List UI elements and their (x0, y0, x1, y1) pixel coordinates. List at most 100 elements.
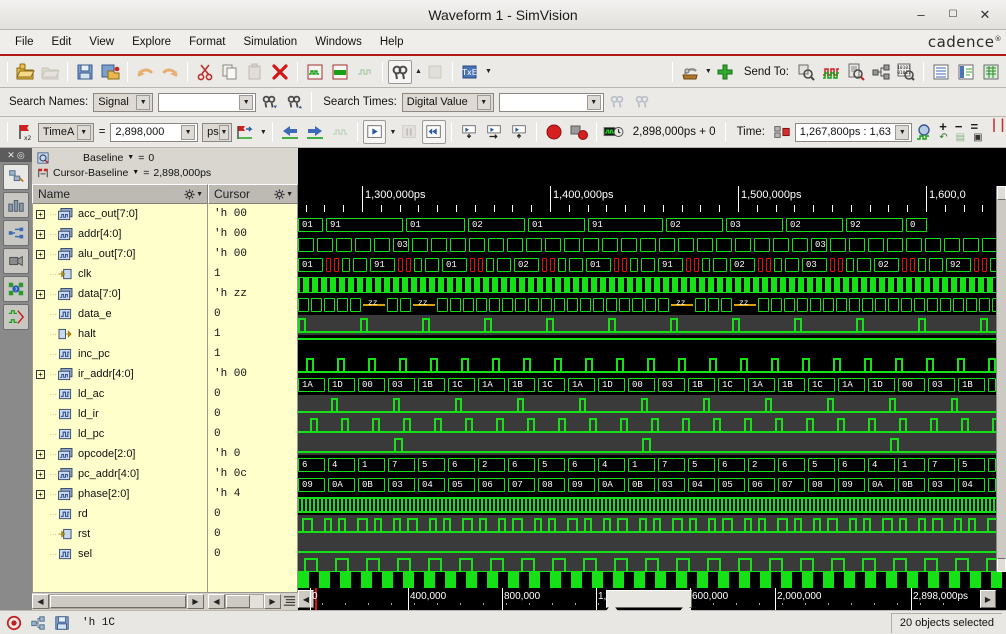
waveform-row-phase[interactable] (298, 495, 1006, 515)
signal-cursor-value-list[interactable]: 'h 00 'h 00 'h 00 1 'h zz 0 1 1 'h 00 0 0 0 'h 0 'h 0… (208, 204, 298, 593)
names-scroll-thumb[interactable] (50, 595, 186, 608)
search-next-icon[interactable] (630, 90, 654, 114)
search-names-input[interactable]: ▼ (158, 92, 257, 112)
time-range-input[interactable]: 1,267,800ps : 1,63 ▼ (794, 122, 913, 142)
zoom-area-icon[interactable] (36, 151, 49, 164)
signal-row-pc-addr-4-0-[interactable]: + ··· pc_addr[4:0] (33, 464, 207, 484)
expand-text-icon[interactable]: TxE (458, 60, 482, 84)
signal-row-ld-ir[interactable]: ··· ld_ir (33, 404, 207, 424)
chevron-down-icon[interactable]: ▼ (127, 154, 134, 161)
cursor-scroll-left-button[interactable]: ◀ (208, 594, 225, 609)
waveform-icon[interactable] (819, 60, 843, 84)
signal-row-rst[interactable]: ··· rst (33, 524, 207, 544)
goto-marker-icon[interactable] (233, 120, 257, 144)
signal-flow-tool[interactable] (3, 220, 29, 246)
details-view-icon[interactable] (954, 60, 978, 84)
paste-icon[interactable] (243, 60, 267, 84)
pause-icon[interactable] (397, 120, 421, 144)
goto-marker-dropdown-icon[interactable]: ▼ (260, 129, 267, 136)
time-slider[interactable]: ◀ ▶ 0 400,000 800,000 1,2 600,000 2,000,000 2,89… (298, 588, 1006, 611)
signal-row-clk[interactable]: ··· clk (33, 264, 207, 284)
names-scroll-left-button[interactable]: ◀ (32, 594, 49, 609)
undo-icon[interactable] (133, 60, 157, 84)
zoom-icon[interactable] (913, 120, 937, 144)
waveform-row-data[interactable]: zz zz zz zz (298, 295, 1006, 315)
names-scroll-right-button[interactable]: ▶ (187, 594, 204, 609)
expand-icon[interactable]: + (36, 489, 45, 499)
menu-windows[interactable]: Windows (306, 33, 371, 51)
cursor-time-input[interactable]: 2,898,000 ▼ (110, 122, 199, 142)
signal-row-opcode-2-0-[interactable]: + ··· opcode[2:0] (33, 444, 207, 464)
restart-icon[interactable] (422, 120, 447, 144)
chevron-down-icon[interactable]: ▼ (219, 124, 229, 140)
run-icon[interactable] (362, 120, 387, 144)
minimize-icon[interactable]: – (914, 8, 928, 22)
search-names-scope-select[interactable]: Signal ▼ (93, 92, 154, 112)
stop-icon[interactable] (542, 120, 566, 144)
copy-icon[interactable] (218, 60, 242, 84)
ungroup-icon[interactable] (353, 60, 377, 84)
expand-icon[interactable]: + (36, 369, 45, 379)
signal-row-phase-2-0-[interactable]: + ··· phase[2:0] (33, 484, 207, 504)
maximize-icon[interactable]: ☐ (946, 8, 960, 22)
signal-row-sel[interactable]: ··· sel (33, 544, 207, 564)
cursor-scroll-right-button[interactable]: ▶ (264, 594, 281, 609)
waveform-row-ld_ac[interactable] (298, 395, 1006, 415)
break-icon[interactable] (567, 120, 591, 144)
expand-group-icon[interactable] (328, 60, 352, 84)
waveform-row-inc_pc[interactable] (298, 355, 1006, 375)
name-column-header[interactable]: Name ▼ (32, 184, 208, 204)
chevron-down-icon[interactable]: ▼ (136, 94, 151, 110)
step-over-icon[interactable] (482, 120, 506, 144)
waveform-row-ld_ir[interactable] (298, 415, 1006, 435)
timeline-scroll-right-button[interactable]: ▶ (980, 590, 996, 608)
search-prev-icon[interactable] (605, 90, 629, 114)
waveform-row-addr[interactable]: 03 03 (298, 235, 1006, 255)
menu-simulation[interactable]: Simulation (235, 33, 307, 51)
search-times-scope-select[interactable]: Digital Value ▼ (401, 92, 494, 112)
signal-row-acc-out-7-0-[interactable]: + ··· acc_out[7:0] (33, 204, 207, 224)
create-group-icon[interactable] (303, 60, 327, 84)
signal-row-data-e[interactable]: ··· data_e (33, 304, 207, 324)
chevron-down-icon[interactable]: ▼ (286, 191, 293, 198)
zoom-out-icon[interactable]: − (955, 120, 963, 133)
signal-name-list[interactable]: + ··· acc_out[7:0] + ··· addr[4:0] + ··· alu_out… (32, 204, 208, 593)
next-edge-icon[interactable] (303, 120, 327, 144)
expand-icon[interactable]: + (36, 209, 45, 219)
zoom-fit-icon[interactable]: = (970, 120, 978, 133)
chevron-down-icon[interactable]: ▼ (476, 94, 491, 110)
waveform-row-rd[interactable] (298, 515, 1006, 535)
list-view-icon[interactable] (929, 60, 953, 84)
expand-icon[interactable]: + (36, 469, 45, 479)
memory-view-icon[interactable] (979, 60, 1003, 84)
waveform-row-pc_addr[interactable]: 09 0A 0B 03 04 05 06 07 08 09 0A 0B 03 04 05 06 07 08 09 0A… (298, 475, 1006, 495)
cursor-units-select[interactable]: ps ▼ (202, 122, 232, 142)
edge-search-icon[interactable] (328, 120, 352, 144)
signal-row-addr-4-0-[interactable]: + ··· addr[4:0] (33, 224, 207, 244)
open-database-disabled-icon[interactable] (38, 60, 62, 84)
add-icon[interactable] (713, 60, 737, 84)
cursor-column-options[interactable]: ▼ (274, 188, 293, 200)
step-out-icon[interactable] (507, 120, 531, 144)
cursor-scroll-thumb[interactable] (226, 595, 250, 608)
redo-icon[interactable] (158, 60, 182, 84)
save-icon[interactable] (73, 60, 97, 84)
run-dropdown-icon[interactable]: ▼ (389, 129, 396, 136)
target-icon[interactable] (4, 613, 24, 633)
chevron-down-icon[interactable]: ▼ (895, 124, 910, 140)
names-hscrollbar[interactable] (49, 594, 187, 609)
signal-row-ir-addr-4-0-[interactable]: + ··· ir_addr[4:0] (33, 364, 207, 384)
waveform-row-opcode[interactable]: 64175626564175626564175 (298, 455, 1006, 475)
menu-explore[interactable]: Explore (123, 33, 180, 51)
waveform-row-clk[interactable] (298, 275, 1006, 295)
save-as-icon[interactable] (98, 60, 122, 84)
close-icon[interactable]: ✕ (978, 8, 992, 22)
expand-icon[interactable]: + (36, 229, 45, 239)
cursor-column-header[interactable]: Cursor ▼ (208, 184, 298, 204)
tools-dropdown-icon[interactable]: ▼ (705, 68, 712, 75)
find-icon[interactable] (388, 59, 412, 84)
list-options-icon[interactable] (281, 594, 298, 609)
signal-row-ld-ac[interactable]: ··· ld_ac (33, 384, 207, 404)
hierarchy-tool[interactable] (3, 192, 29, 218)
detach-icon[interactable]: ◎ (17, 150, 25, 161)
